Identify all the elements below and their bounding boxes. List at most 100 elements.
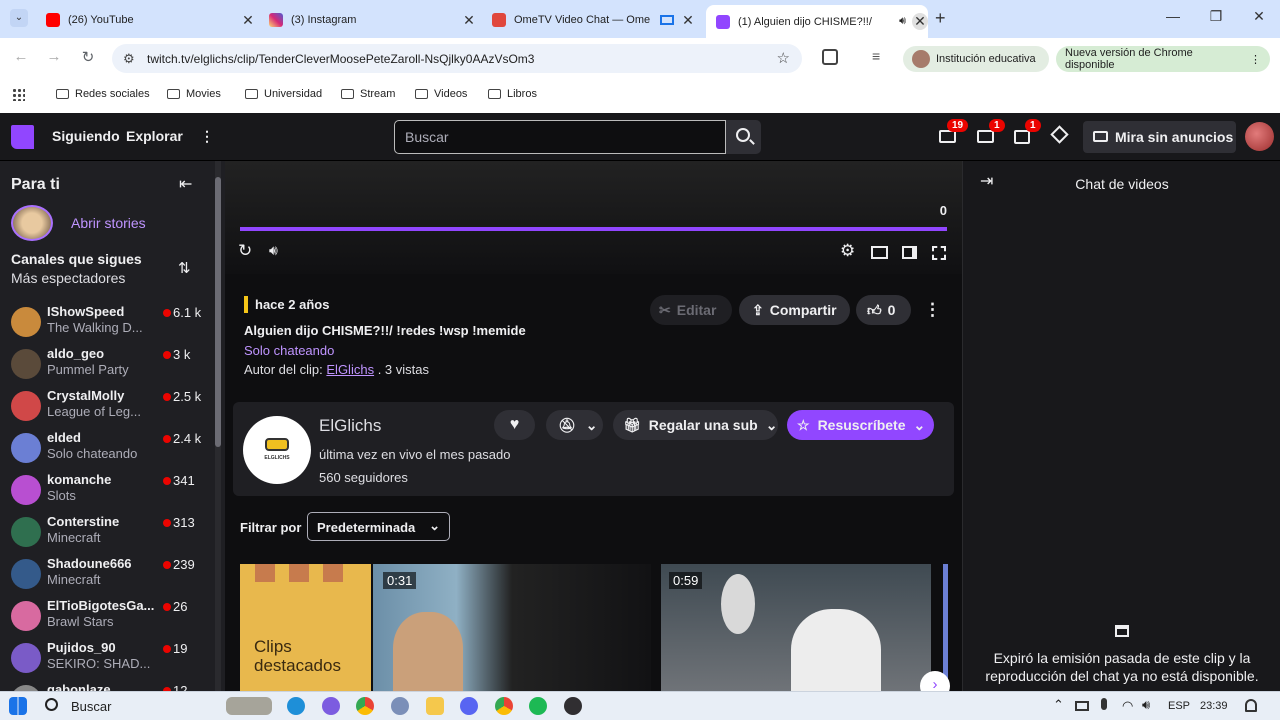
filter-dropdown[interactable]: Predeterminada ⌄ (307, 512, 450, 541)
chrome-icon[interactable] (356, 697, 374, 715)
open-stories-link[interactable]: Abrir stories (71, 215, 146, 231)
fullscreen-icon[interactable] (932, 246, 946, 260)
resubscribe-button[interactable]: ☆ Resuscríbete ⌄ (787, 410, 934, 440)
input-language[interactable]: ESP (1168, 700, 1190, 712)
restore-button[interactable]: ❐ (1201, 8, 1231, 25)
gift-sub-button[interactable]: 🎁︎ Regalar una sub ⌄ (613, 410, 778, 440)
channel-name[interactable]: ElGlichs (319, 416, 381, 436)
sidebar-channel[interactable]: elded Solo chateando 2.4 k (0, 429, 210, 471)
more-vert-icon[interactable]: ⋮ (200, 128, 214, 145)
site-info-icon[interactable]: ⚙ (123, 51, 135, 67)
bookmark-folder[interactable]: Universidad (245, 88, 322, 100)
widgets-image[interactable] (226, 697, 272, 715)
close-window-button[interactable]: ✕ (1244, 8, 1274, 25)
bookmark-star-icon[interactable]: ☆ (777, 49, 790, 67)
minimize-button[interactable]: — (1158, 8, 1188, 24)
browser-tab-instagram[interactable]: (3) Instagram ✕ (259, 6, 477, 34)
discord-icon[interactable] (460, 697, 478, 715)
edge-icon[interactable] (287, 697, 305, 715)
nav-following[interactable]: Siguiendo (52, 128, 120, 144)
share-button[interactable]: ⇪ Compartir (739, 295, 850, 325)
bits-icon[interactable] (1050, 125, 1069, 144)
sidebar-channel[interactable]: gabonlaze 12 (0, 681, 210, 691)
obs-icon[interactable] (564, 697, 582, 715)
nav-explore[interactable]: Explorar (126, 128, 183, 144)
sidebar-channel[interactable]: komanche Slots 341 (0, 471, 210, 513)
browser-tab-twitch[interactable]: (1) Alguien dijo CHISME?!!/ 🔊︎ ✕ (706, 5, 928, 38)
chrome-icon[interactable] (495, 697, 513, 715)
close-tab-icon[interactable]: ✕ (461, 12, 477, 29)
clip-thumbnail[interactable]: 0:31 (373, 564, 651, 691)
sort-icon[interactable]: ⇅ (178, 259, 191, 277)
new-tab-button[interactable]: + (935, 8, 946, 29)
bookmark-folder[interactable]: Videos (415, 88, 467, 100)
taskbar-search-icon[interactable] (45, 698, 58, 711)
turbo-no-ads-button[interactable]: Mira sin anuncios (1083, 121, 1236, 153)
seek-bar[interactable] (240, 227, 947, 231)
back-icon[interactable]: ← (11, 48, 31, 65)
settings-gear-icon[interactable]: ⚙ (840, 241, 855, 261)
search-input[interactable]: Buscar (394, 120, 726, 154)
sidebar-channel[interactable]: Conterstine Minecraft 313 (0, 513, 210, 555)
clip-thumbnail[interactable]: 0:59 (661, 564, 931, 691)
browser-tab-ometv[interactable]: OmeTV Video Chat — Ome ✕ (482, 6, 700, 34)
tab-search-button[interactable]: ⌄ (10, 9, 28, 27)
video-player[interactable]: 0 ↻ 🔊︎ ⚙ (225, 161, 962, 274)
sidebar-channel[interactable]: ElTioBigotesGa... Brawl Stars 26 (0, 597, 210, 639)
bookmark-folder[interactable]: Stream (341, 88, 395, 100)
close-tab-icon[interactable]: ✕ (680, 12, 696, 29)
network-icon[interactable] (1075, 701, 1089, 711)
forward-icon[interactable]: → (44, 48, 64, 65)
notifications-icon[interactable] (1014, 130, 1030, 144)
microphone-icon[interactable] (1101, 698, 1107, 710)
windows-start-icon[interactable] (9, 697, 27, 715)
clip-category-link[interactable]: Solo chateando (244, 343, 334, 358)
extensions-icon[interactable] (822, 49, 838, 65)
channel-logo[interactable]: ELGLICHS (243, 416, 311, 484)
clock[interactable]: 23:39 (1200, 700, 1228, 712)
edit-clip-button[interactable]: ✂ Editar (650, 295, 732, 325)
apps-grid-icon[interactable] (12, 88, 25, 101)
like-button[interactable]: 👍︎ 0 (856, 295, 911, 325)
bookmark-folder[interactable]: Redes sociales (56, 88, 150, 100)
sidebar-channel[interactable]: Pujidos_90 SEKIRO: SHAD... 19 (0, 639, 210, 681)
clip-thumbnail[interactable] (943, 564, 948, 691)
close-tab-icon[interactable]: ✕ (240, 12, 256, 29)
featured-clips-card[interactable]: Clips destacados (240, 564, 371, 691)
volume-icon[interactable]: 🔊︎ (269, 242, 278, 259)
user-avatar[interactable] (1245, 122, 1274, 151)
taskbar-search-input[interactable]: Buscar (71, 699, 111, 714)
spotify-icon[interactable] (529, 697, 547, 715)
popout-icon[interactable] (902, 246, 917, 259)
bookmark-folder[interactable]: Libros (488, 88, 537, 100)
wifi-icon[interactable]: ◠ (1122, 698, 1133, 714)
search-button[interactable] (726, 120, 761, 154)
sidebar-channel[interactable]: CrystalMolly League of Leg... 2.5 k (0, 387, 210, 429)
volume-icon[interactable]: 🔊︎ (1142, 697, 1150, 713)
whispers-icon[interactable] (977, 130, 994, 143)
reload-icon[interactable]: ↻ (78, 48, 98, 66)
close-tab-icon[interactable]: ✕ (912, 13, 928, 30)
sidebar-channel[interactable]: Shadoune666 Minecraft 239 (0, 555, 210, 597)
collapse-sidebar-icon[interactable]: ⇤ (179, 174, 192, 194)
sidebar-channel[interactable]: aldo_geo Pummel Party 3 k (0, 345, 210, 387)
sidebar-channel[interactable]: IShowSpeed The Walking D... 6.1 k (0, 303, 210, 345)
address-bar[interactable]: ⚙ twitch.tv/elglichs/clip/TenderCleverMo… (112, 44, 802, 73)
audio-playing-icon[interactable]: 🔊︎ (899, 15, 906, 28)
notifications-toggle-button[interactable]: 🔕︎ ⌄ (546, 410, 603, 440)
scrollbar-thumb[interactable] (215, 177, 221, 447)
bookmark-folder[interactable]: Movies (167, 88, 221, 100)
clip-author-link[interactable]: ElGlichs (326, 362, 374, 377)
profile-chip[interactable]: Institución educativa (903, 46, 1049, 72)
twitch-logo-icon[interactable] (11, 125, 34, 149)
notification-bell-icon[interactable] (1245, 699, 1257, 712)
sidebar-scrollbar[interactable] (215, 161, 221, 691)
more-options-icon[interactable]: ⋮ (924, 300, 941, 320)
file-explorer-icon[interactable] (426, 697, 444, 715)
stories-avatar[interactable] (11, 205, 53, 241)
copilot-icon[interactable] (322, 697, 340, 715)
reading-list-icon[interactable]: ≡ (872, 48, 880, 64)
replay-icon[interactable]: ↻ (238, 241, 252, 261)
app-icon[interactable] (391, 697, 409, 715)
theatre-mode-icon[interactable] (871, 246, 888, 259)
